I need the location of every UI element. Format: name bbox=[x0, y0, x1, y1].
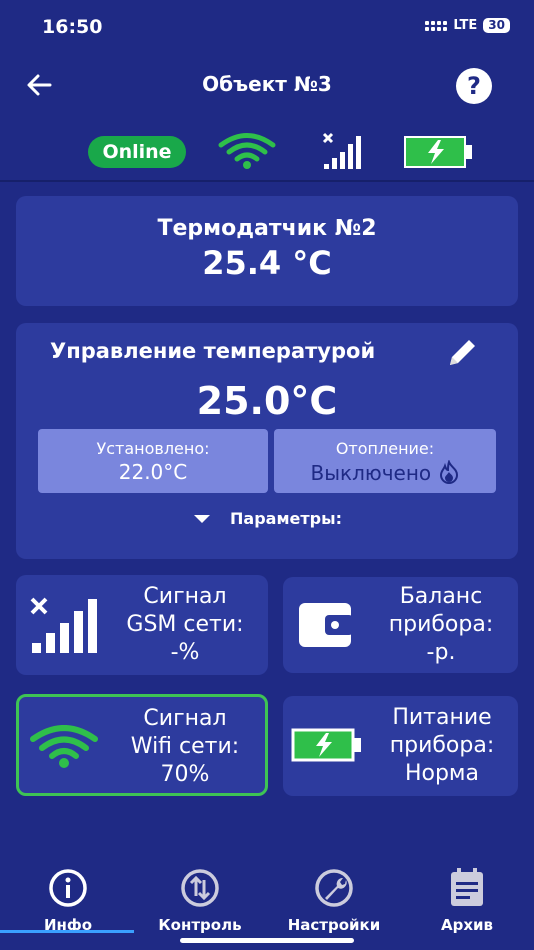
info-icon bbox=[49, 869, 87, 907]
wifi-icon bbox=[30, 725, 98, 768]
battery-charging-icon bbox=[404, 136, 474, 168]
network-type: LTE bbox=[453, 18, 478, 33]
nav-archive-label: Архив bbox=[440, 916, 494, 934]
power-value: Норма bbox=[404, 761, 480, 786]
help-icon[interactable]: ? bbox=[456, 68, 492, 104]
sensor-card[interactable]: Термодатчик №2 25.4 °C bbox=[16, 196, 518, 306]
balance-line1: Баланс bbox=[399, 584, 483, 609]
gsm-signal-icon bbox=[322, 132, 364, 170]
current-temperature: 25.0°C bbox=[196, 379, 338, 423]
control-title: Управление температурой bbox=[50, 339, 376, 363]
status-time: 16:50 bbox=[42, 16, 103, 38]
parameters-label: Параметры: bbox=[230, 509, 342, 528]
heating-label: Отопление: bbox=[335, 439, 435, 458]
nav-control-label: Контроль bbox=[158, 916, 242, 934]
nav-info[interactable]: Инфо bbox=[28, 868, 108, 934]
chevron-down-icon bbox=[194, 514, 210, 523]
wifi-line1: Сигнал bbox=[143, 706, 227, 731]
sync-icon bbox=[181, 869, 219, 907]
nav-settings[interactable]: Настройки bbox=[282, 868, 386, 934]
edit-pencil-icon[interactable] bbox=[446, 335, 480, 369]
cellular-signal-icon bbox=[425, 20, 448, 31]
power-card[interactable]: Питание прибора: Норма bbox=[283, 696, 518, 796]
set-temperature-box[interactable]: Установлено: 22.0°C bbox=[38, 429, 268, 493]
wrench-icon bbox=[315, 869, 353, 907]
balance-line2: прибора: bbox=[388, 612, 494, 637]
wallet-icon bbox=[299, 603, 353, 647]
page-title: Объект №3 bbox=[202, 72, 332, 96]
heating-box[interactable]: Отопление: Выключено bbox=[274, 429, 496, 493]
header-divider bbox=[0, 180, 534, 182]
online-badge: Online bbox=[88, 136, 186, 168]
temperature-control-card: Управление температурой 25.0°C Установле… bbox=[16, 323, 518, 559]
status-indicators: LTE 30 bbox=[425, 18, 510, 33]
gsm-signal-icon bbox=[30, 597, 97, 653]
battery-level: 30 bbox=[483, 18, 510, 33]
nav-archive[interactable]: Архив bbox=[424, 868, 510, 934]
set-value: 22.0°C bbox=[118, 460, 188, 484]
nav-control[interactable]: Контроль bbox=[150, 868, 250, 934]
sensor-value: 25.4 °C bbox=[202, 244, 332, 282]
battery-charging-icon bbox=[291, 728, 361, 762]
gsm-line2: GSM сети: bbox=[126, 612, 244, 637]
sensor-label: Термодатчик №2 bbox=[157, 216, 377, 241]
flame-icon bbox=[439, 459, 458, 484]
balance-card[interactable]: Баланс прибора: -р. bbox=[283, 577, 518, 673]
balance-value: -р. bbox=[426, 640, 456, 665]
wifi-value: 70% bbox=[160, 762, 210, 787]
home-indicator[interactable] bbox=[180, 938, 354, 943]
wifi-icon bbox=[218, 132, 276, 170]
gsm-value: -% bbox=[170, 640, 200, 665]
gsm-signal-card[interactable]: Сигнал GSM сети: -% bbox=[16, 575, 268, 675]
gsm-line1: Сигнал bbox=[143, 584, 227, 609]
power-line2: прибора: bbox=[389, 733, 495, 758]
parameters-toggle[interactable]: Параметры: bbox=[194, 509, 342, 528]
heating-status: Выключено bbox=[274, 459, 496, 485]
set-label: Установлено: bbox=[96, 439, 210, 458]
nav-settings-label: Настройки bbox=[287, 916, 381, 934]
active-tab-indicator bbox=[0, 930, 134, 933]
power-line1: Питание bbox=[392, 705, 492, 730]
archive-icon bbox=[451, 868, 483, 906]
wifi-signal-card[interactable]: Сигнал Wifi сети: 70% bbox=[16, 694, 268, 796]
heating-value: Выключено bbox=[310, 461, 432, 485]
wifi-line2: Wifi сети: bbox=[130, 734, 240, 759]
